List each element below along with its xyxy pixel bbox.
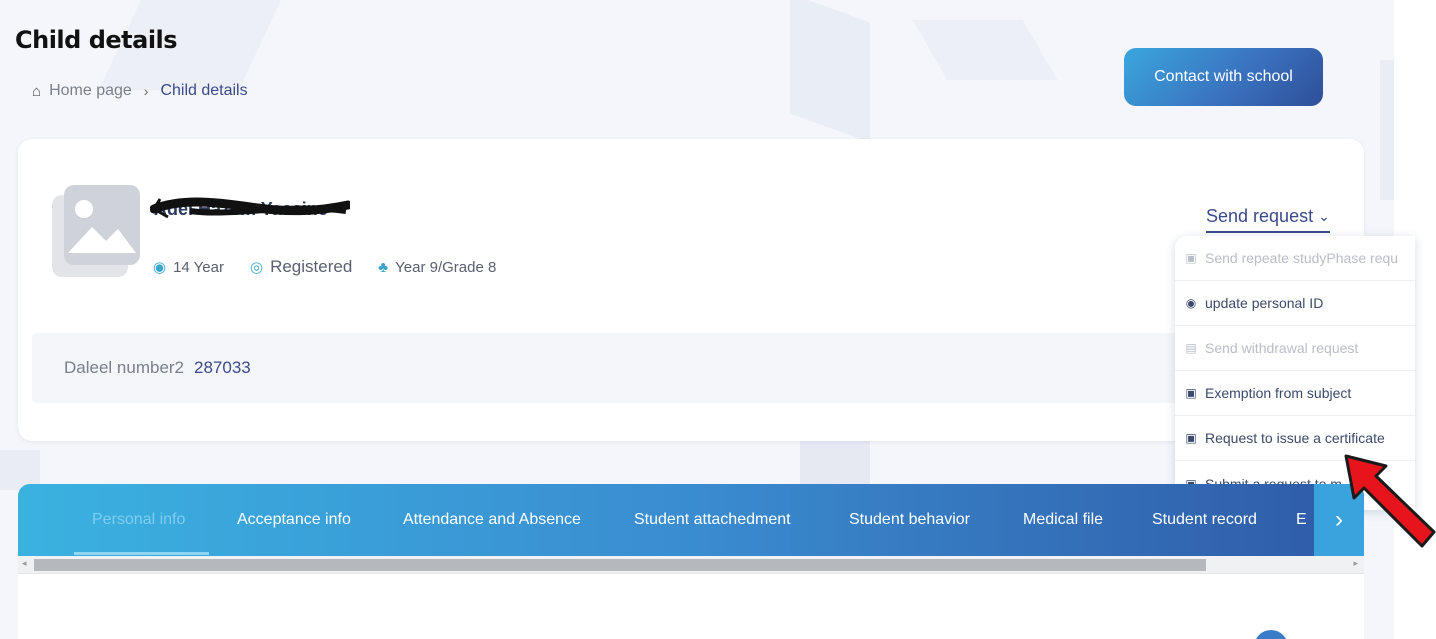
tab-student-record[interactable]: Student record [1152,484,1257,556]
home-icon: ⌂ [32,82,42,100]
menu-item-exemption[interactable]: ▣ Exemption from subject [1175,371,1415,416]
menu-item-label: Exemption from subject [1205,385,1352,401]
tab-personal-info[interactable]: Personal info [92,484,185,556]
menu-item-label: Send withdrawal request [1205,340,1359,356]
daleel-label: Daleel number2 [64,358,185,377]
menu-item-label: update personal ID [1205,295,1324,311]
chevron-down-icon: ⌄ [1318,208,1330,224]
page-title: Child details [15,26,178,54]
tab-content [18,574,1364,639]
menu-item-label: Request to issue a certificate [1205,430,1385,446]
breadcrumb-home-link[interactable]: Home page [49,82,132,100]
document-icon: ▣ [1185,251,1197,265]
tab-bar: Personal info Acceptance info Attendance… [18,484,1364,556]
profile-card: Adel Hazem Yassine ◉ 14 Year ◎ Registere… [18,139,1364,441]
redaction-scribble [150,197,350,219]
id-badge-icon: ◉ [1185,296,1197,310]
age-text: 14 Year [173,258,224,276]
horizontal-scrollbar[interactable]: ◂ ▸ [18,556,1364,574]
active-tab-indicator [74,552,209,555]
bg-decoration [912,20,1058,80]
menu-item-repeat-study-phase[interactable]: ▣ Send repeate studyPhase requ [1175,236,1415,281]
tab-attachments[interactable]: Student attachedment [634,484,791,556]
menu-item-update-personal-id[interactable]: ◉ update personal ID [1175,281,1415,326]
daleel-info-bar: Daleel number2 287033 [32,333,1352,403]
contact-school-button[interactable]: Contact with school [1124,48,1323,106]
send-request-label: Send request [1206,206,1314,226]
tab-overflow[interactable]: E [1296,484,1307,556]
grade-item: ♣ Year 9/Grade 8 [378,259,496,276]
age-item: ◉ 14 Year [153,258,224,277]
fingerprint-icon: ◎ [249,259,264,276]
id-badge-icon: ◉ [153,259,167,276]
tab-attendance[interactable]: Attendance and Absence [403,484,581,556]
tab-behavior[interactable]: Student behavior [849,484,970,556]
scrollbar-thumb[interactable] [34,559,1206,571]
menu-item-withdrawal[interactable]: ▤ Send withdrawal request [1175,326,1415,371]
status-item: ◎ Registered [250,257,352,277]
chevron-right-icon: › [143,83,149,99]
clipboard-icon: ▤ [1185,341,1197,355]
document-icon: ▣ [1185,431,1197,445]
breadcrumb-current: Child details [160,82,248,99]
tab-acceptance-info[interactable]: Acceptance info [237,484,351,556]
avatar-placeholder-icon [52,185,140,277]
annotation-arrow-icon [1344,454,1436,548]
menu-item-label: Send repeate studyPhase requ [1205,250,1399,266]
hierarchy-icon: ♣ [378,258,389,276]
student-meta: ◉ 14 Year ◎ Registered ♣ Year 9/Grade 8 [153,257,522,277]
scroll-left-icon[interactable]: ◂ [22,558,27,569]
bg-decoration [800,440,870,485]
send-request-dropdown[interactable]: Send request ⌄ [1206,206,1330,233]
grade-text: Year 9/Grade 8 [395,258,497,276]
document-icon: ▣ [1185,386,1197,400]
breadcrumb: ⌂ Home page › Child details [32,82,248,100]
bg-decoration [790,0,870,143]
daleel-value: 287033 [194,358,251,377]
scroll-right-icon[interactable]: ▸ [1353,558,1358,569]
tab-medical-file[interactable]: Medical file [1023,484,1103,556]
status-text: Registered [270,257,353,276]
